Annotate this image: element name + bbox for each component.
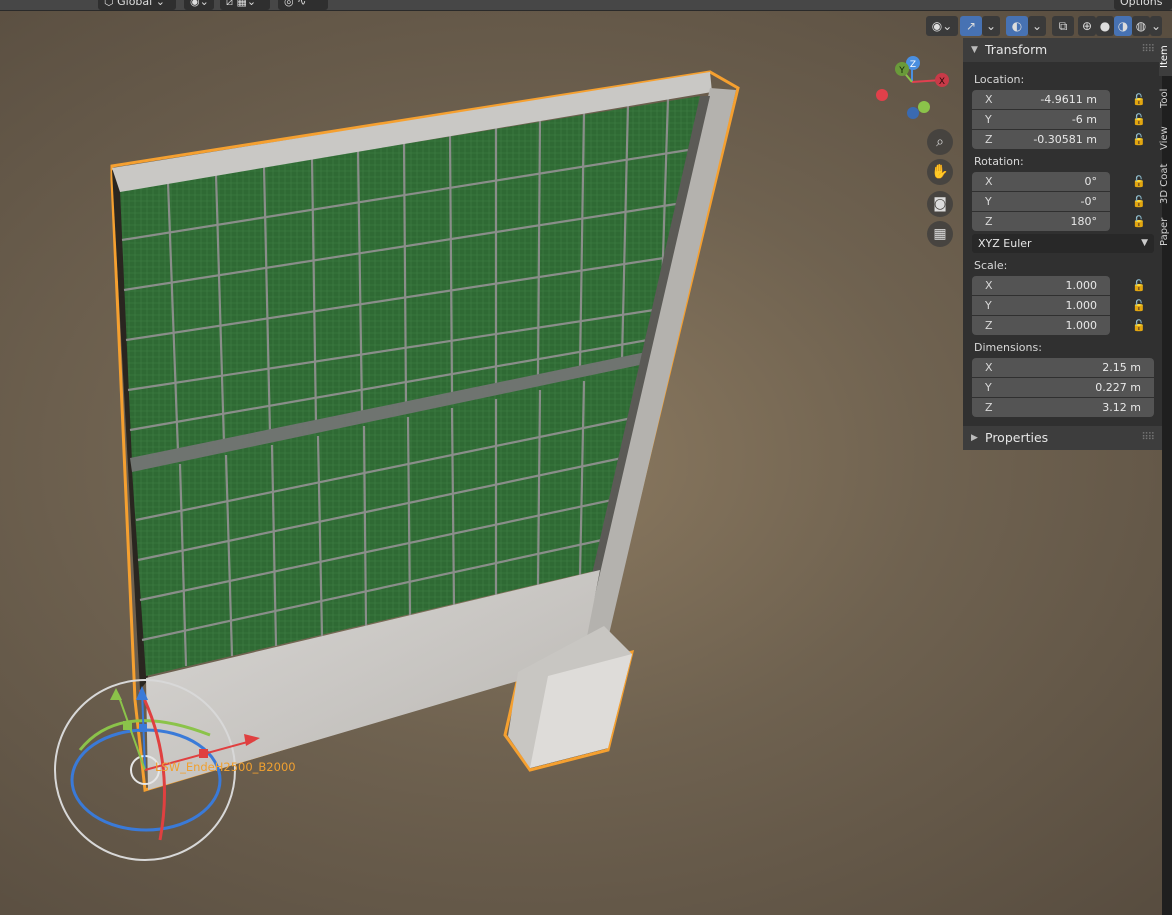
- snap-dropdown[interactable]: ⧄ ▦⌄: [220, 0, 270, 10]
- tab-tool[interactable]: Tool: [1159, 80, 1172, 116]
- sidebar-n-panel: ▼ Transform ⠿⠿ Location: X -4.9611 m Y -…: [963, 38, 1162, 450]
- drag-grip-icon[interactable]: ⠿⠿: [1141, 38, 1155, 62]
- location-y-field[interactable]: Y -6 m: [972, 110, 1110, 129]
- header-bar: ⬡ Global ⌄ ◉⌄ ⧄ ▦⌄ ◎ ∿ Options ⌄: [0, 0, 1172, 24]
- solid-shading-icon[interactable]: ●: [1096, 16, 1114, 36]
- options-dropdown[interactable]: Options ⌄: [1114, 0, 1172, 24]
- lock-rotation-x-icon[interactable]: 🔓: [1132, 176, 1146, 188]
- navigation-gizmo: Z X Y: [876, 56, 949, 119]
- proportional-edit-dropdown[interactable]: ◎ ∿: [278, 0, 328, 10]
- nav-gizmo-z-label: Z: [910, 60, 916, 70]
- axis-label: Z: [985, 133, 993, 146]
- location-x-field[interactable]: X -4.9611 m: [972, 90, 1110, 109]
- camera-icon[interactable]: ◙: [927, 191, 953, 217]
- field-value: -0.30581 m: [1033, 133, 1097, 146]
- rotation-mode-value: XYZ Euler: [978, 237, 1032, 250]
- field-value: 1.000: [1065, 299, 1098, 312]
- collapse-triangle-icon: ▼: [971, 45, 978, 55]
- axis-label: Z: [985, 319, 993, 332]
- axis-label: X: [985, 175, 993, 188]
- expand-triangle-icon: ▶: [971, 433, 978, 443]
- perspective-grid-icon[interactable]: ▦: [927, 221, 953, 247]
- field-value: 0.227 m: [1095, 381, 1141, 394]
- field-value: 180°: [1070, 215, 1098, 228]
- chevron-down-icon: ▼: [1141, 238, 1148, 248]
- axis-label: Y: [985, 381, 992, 394]
- field-value: 1.000: [1065, 319, 1098, 332]
- 3d-viewport[interactable]: Z X Y ⌕ ✋ ◙ ▦: [0, 11, 963, 915]
- lock-rotation-z-icon[interactable]: 🔓: [1132, 216, 1146, 228]
- scale-label: Scale:: [974, 259, 1008, 272]
- axis-label: X: [985, 361, 993, 374]
- dimensions-label: Dimensions:: [974, 341, 1042, 354]
- lock-location-z-icon[interactable]: 🔓: [1132, 134, 1146, 146]
- orientation-label: Global: [117, 0, 153, 8]
- axis-label: Z: [985, 215, 993, 228]
- viewport-scene: Z X Y: [54, 56, 949, 861]
- properties-panel-header[interactable]: ▶ Properties ⠿⠿: [963, 426, 1162, 450]
- tab-3d-coat[interactable]: 3D Coat: [1159, 160, 1172, 208]
- axis-label: Y: [985, 299, 992, 312]
- scale-y-field[interactable]: Y 1.000: [972, 296, 1110, 315]
- tab-item[interactable]: Item: [1159, 38, 1172, 76]
- pivot-dropdown[interactable]: ◉⌄: [184, 0, 214, 10]
- nav-gizmo-x-label: X: [939, 77, 945, 87]
- zoom-icon[interactable]: ⌕: [927, 129, 953, 155]
- overlays-dropdown-chevron-icon[interactable]: ⌄: [1028, 16, 1046, 36]
- xray-toggle-icon[interactable]: ⧉: [1052, 16, 1074, 36]
- tab-paper[interactable]: Paper: [1159, 212, 1172, 252]
- field-value: -0°: [1080, 195, 1097, 208]
- nav-gizmo-y-label: Y: [898, 66, 905, 76]
- axis-label: X: [985, 93, 993, 106]
- scale-x-field[interactable]: X 1.000: [972, 276, 1110, 295]
- lock-location-y-icon[interactable]: 🔓: [1132, 114, 1146, 126]
- dimensions-x-field[interactable]: X 2.15 m: [972, 358, 1154, 377]
- tab-view[interactable]: View: [1159, 120, 1172, 156]
- field-value: 1.000: [1065, 279, 1098, 292]
- transform-panel-header[interactable]: ▼ Transform ⠿⠿: [963, 38, 1162, 62]
- axis-label: X: [985, 279, 993, 292]
- field-value: -4.9611 m: [1040, 93, 1097, 106]
- material-shading-icon[interactable]: ◑: [1114, 16, 1132, 36]
- drag-grip-icon[interactable]: ⠿⠿: [1141, 426, 1155, 450]
- axis-label: Z: [985, 401, 993, 414]
- rotation-y-field[interactable]: Y -0°: [972, 192, 1110, 211]
- rendered-shading-icon[interactable]: ◍: [1132, 16, 1150, 36]
- field-value: -6 m: [1071, 113, 1097, 126]
- pan-hand-icon[interactable]: ✋: [927, 159, 953, 185]
- lock-rotation-y-icon[interactable]: 🔓: [1132, 196, 1146, 208]
- gizmo-toggle-icon[interactable]: ↗: [960, 16, 982, 36]
- rotation-x-field[interactable]: X 0°: [972, 172, 1110, 191]
- field-value: 0°: [1084, 175, 1098, 188]
- active-object-label: LSW_EndeH2500_B2000: [155, 760, 296, 774]
- orientation-dropdown[interactable]: ⬡ Global ⌄: [98, 0, 176, 10]
- rotation-z-field[interactable]: Z 180°: [972, 212, 1110, 231]
- axis-label: Y: [985, 195, 992, 208]
- shading-dropdown-chevron-icon[interactable]: ⌄: [1150, 16, 1162, 36]
- overlays-toggle-icon[interactable]: ◐: [1006, 16, 1028, 36]
- lock-scale-y-icon[interactable]: 🔓: [1132, 300, 1146, 312]
- scale-z-field[interactable]: Z 1.000: [972, 316, 1110, 335]
- lock-location-x-icon[interactable]: 🔓: [1132, 94, 1146, 106]
- rotation-mode-select[interactable]: XYZ Euler ▼: [972, 234, 1154, 253]
- wireframe-shading-icon[interactable]: ⊕: [1078, 16, 1096, 36]
- sidebar-tabs: Item Tool View 3D Coat Paper: [1159, 38, 1172, 915]
- orientation-icon: ⬡: [104, 0, 118, 8]
- transform-title: Transform: [985, 42, 1048, 57]
- dimensions-z-field[interactable]: Z 3.12 m: [972, 398, 1154, 417]
- rotation-label: Rotation:: [974, 155, 1024, 168]
- location-z-field[interactable]: Z -0.30581 m: [972, 130, 1110, 149]
- axis-label: Y: [985, 113, 992, 126]
- lock-scale-z-icon[interactable]: 🔓: [1132, 320, 1146, 332]
- gizmo-dropdown-chevron-icon[interactable]: ⌄: [982, 16, 1000, 36]
- options-label: Options: [1120, 0, 1163, 8]
- location-label: Location:: [974, 73, 1025, 86]
- field-value: 2.15 m: [1102, 361, 1141, 374]
- visibility-eye-icon[interactable]: ◉⌄: [926, 16, 958, 36]
- dimensions-y-field[interactable]: Y 0.227 m: [972, 378, 1154, 397]
- field-value: 3.12 m: [1102, 401, 1141, 414]
- lock-scale-x-icon[interactable]: 🔓: [1132, 280, 1146, 292]
- properties-title: Properties: [985, 430, 1049, 445]
